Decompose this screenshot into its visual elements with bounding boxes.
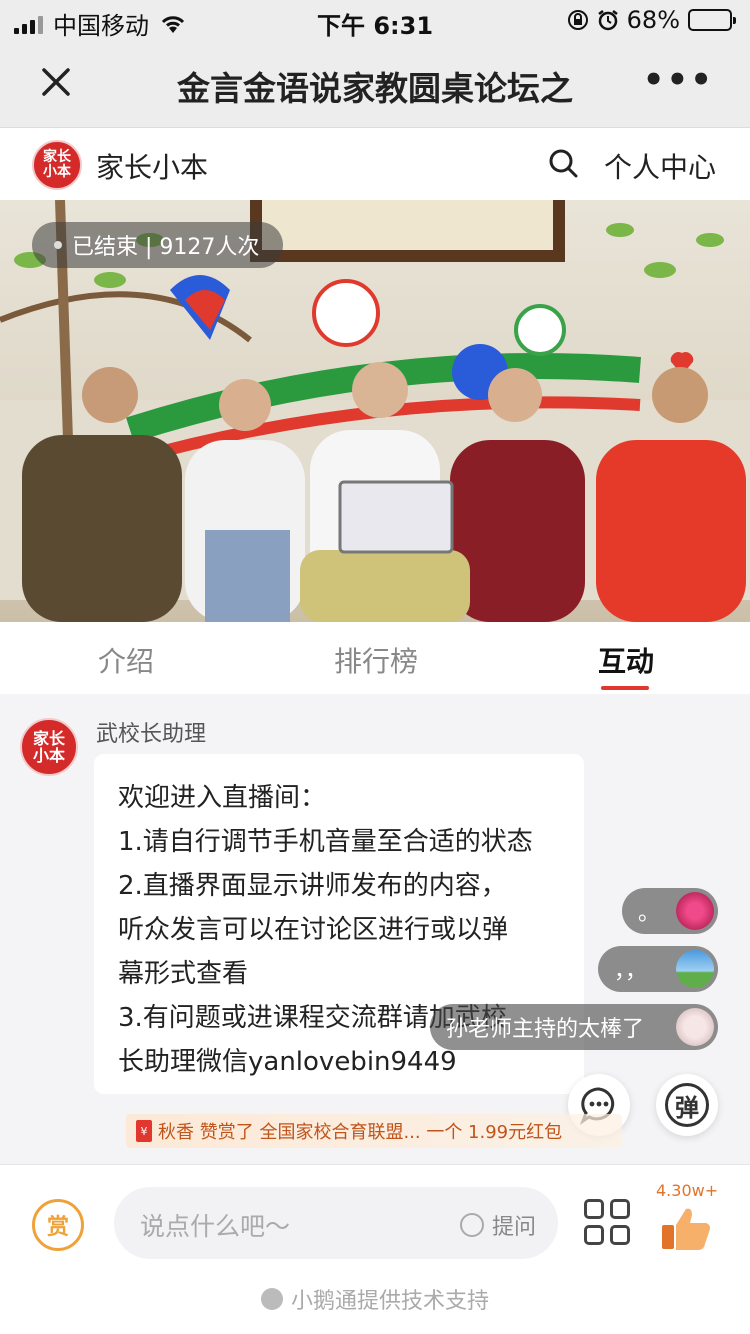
- active-tab-indicator: [601, 686, 649, 690]
- status-bar: 中国移动 下午 6:31 68%: [0, 0, 750, 40]
- reward-notification: ¥ 秋香 赞赏了 全国家校合育联盟... 一个 1.99元红包: [126, 1114, 622, 1148]
- comment-input[interactable]: 说点什么吧～ 提问: [114, 1187, 558, 1259]
- tab-intro[interactable]: 介绍: [98, 640, 154, 680]
- reward-button[interactable]: 赏: [32, 1199, 84, 1251]
- comment-input-placeholder: 说点什么吧～: [140, 1212, 291, 1241]
- brand-logo[interactable]: 家长 小本: [32, 140, 82, 190]
- danmaku-item: 孙老师主持的太棒了: [430, 1004, 718, 1050]
- message-line: 听众发言可以在讨论区进行或以弹: [118, 915, 509, 945]
- danmaku-label: 弹: [665, 1083, 709, 1127]
- close-icon[interactable]: [36, 62, 76, 102]
- nav-bar: 金言金语说家教圆桌论坛之 •••: [0, 40, 750, 128]
- tab-bar: 介绍 排行榜 互动: [0, 622, 750, 694]
- avatar: [676, 892, 714, 930]
- radio-circle-icon: [459, 1213, 484, 1237]
- personal-center-link[interactable]: 个人中心: [604, 146, 716, 186]
- alarm-icon: [597, 10, 618, 31]
- xiaoetong-logo-icon: [260, 1288, 283, 1310]
- ask-question-toggle[interactable]: 提问: [459, 1209, 536, 1241]
- brand-name[interactable]: 家长小本: [96, 146, 208, 186]
- chat-area[interactable]: 家长 小本 武校长助理 欢迎进入直播间： 1.请自行调节手机音量至合适的状态 2…: [0, 694, 750, 1164]
- tab-ranking[interactable]: 排行榜: [334, 640, 418, 680]
- message-line: 欢迎进入直播间：: [118, 783, 327, 813]
- danmaku-item: ，，: [598, 946, 718, 992]
- live-status-text: 已结束 | 9127人次: [72, 235, 260, 260]
- thumbs-up-icon[interactable]: [660, 1205, 712, 1251]
- search-icon[interactable]: [548, 148, 578, 178]
- battery-percent: 68%: [626, 6, 680, 34]
- message-sender: 武校长助理: [96, 722, 207, 747]
- rotation-lock-icon: [567, 10, 588, 30]
- live-video-player[interactable]: 已结束 | 9127人次: [0, 200, 750, 622]
- live-status-pill: 已结束 | 9127人次: [32, 222, 284, 268]
- brand-bar: 家长 小本 家长小本 个人中心: [0, 128, 750, 200]
- tab-interaction[interactable]: 互动: [598, 640, 654, 680]
- danmaku-item: 。: [622, 888, 718, 934]
- message-line: 幕形式查看: [118, 959, 249, 989]
- danmaku-toggle-button[interactable]: 弹: [656, 1074, 718, 1136]
- like-count: 4.30w+: [656, 1181, 719, 1200]
- battery-icon: [688, 9, 736, 31]
- powered-by-text: 小鹅通提供技术支持: [290, 1289, 489, 1314]
- more-menu-button[interactable]: •••: [643, 63, 714, 97]
- avatar: [676, 950, 714, 988]
- avatar: [676, 1008, 714, 1046]
- reward-notification-text: 秋香 赞赏了 全国家校合育联盟... 一个 1.99元红包: [158, 1122, 563, 1143]
- more-functions-icon[interactable]: [584, 1199, 630, 1245]
- avatar[interactable]: 家长 小本: [20, 718, 78, 776]
- status-dot-icon: [54, 241, 62, 249]
- powered-by-footer: 小鹅通提供技术支持: [0, 1283, 750, 1315]
- bottom-bar: 赏 说点什么吧～ 提问 4.30w+ 小鹅通提供技术支持: [0, 1164, 750, 1334]
- ask-label: 提问: [491, 1215, 536, 1240]
- red-envelope-icon: ¥: [136, 1120, 152, 1142]
- message-line: 2.直播界面显示讲师发布的内容，: [118, 871, 507, 901]
- page-title: 金言金语说家教圆桌论坛之: [177, 69, 573, 108]
- message-line: 1.请自行调节手机音量至合适的状态: [118, 827, 533, 857]
